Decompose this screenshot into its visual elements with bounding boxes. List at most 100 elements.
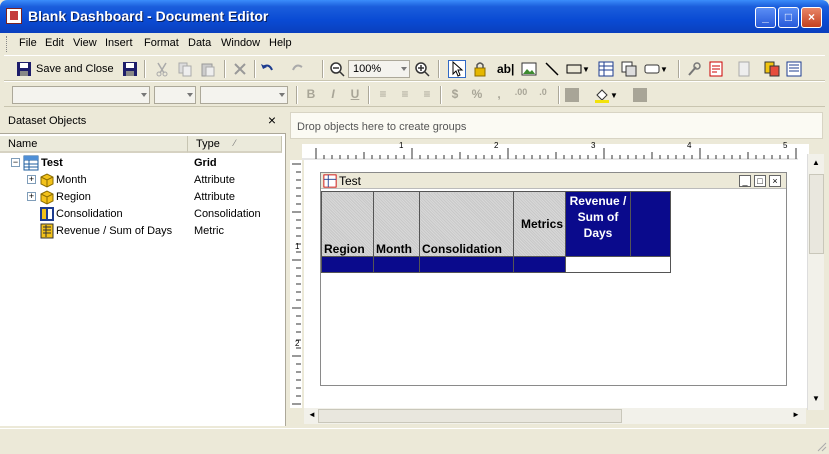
close-window-button[interactable]: × <box>801 7 822 28</box>
grid-header-metrics[interactable]: Metrics <box>513 191 566 257</box>
percent-button[interactable]: % <box>468 87 486 103</box>
zoom-select[interactable]: 100% <box>348 60 410 78</box>
maximize-button[interactable]: □ <box>778 7 799 28</box>
column-header-name[interactable]: Name <box>0 136 188 153</box>
menu-help[interactable]: Help <box>269 37 292 49</box>
grid-header-consolidation[interactable]: Consolidation <box>419 191 514 257</box>
scroll-right-icon[interactable]: ► <box>792 410 800 419</box>
scroll-up-icon[interactable]: ▲ <box>812 158 820 167</box>
menu-insert[interactable]: Insert <box>105 37 133 49</box>
save-icon <box>17 62 31 76</box>
save-and-close-label: Save and Close <box>36 63 114 75</box>
cut-button[interactable] <box>154 60 170 78</box>
style-select[interactable] <box>200 86 288 104</box>
column-header-type-label: Type <box>196 138 220 150</box>
copy-icon <box>178 62 192 77</box>
menu-format[interactable]: Format <box>144 37 179 49</box>
export-pdf-button[interactable] <box>708 60 724 78</box>
underline-button[interactable]: U <box>346 87 364 103</box>
zoom-out-button[interactable] <box>329 60 345 78</box>
tree-item-revenue-sum-of-days[interactable]: Revenue / Sum of Days Metric <box>0 223 286 240</box>
dataset-button[interactable] <box>764 60 780 78</box>
copy-button[interactable] <box>177 60 193 78</box>
close-icon[interactable]: × <box>769 175 781 187</box>
vertical-scrollbar[interactable]: ▲ ▼ <box>807 154 824 410</box>
resize-grip-icon[interactable] <box>815 440 827 452</box>
minimize-button[interactable]: _ <box>755 7 776 28</box>
align-right-button[interactable]: ≡ <box>418 87 436 103</box>
text-field-button[interactable]: ab| <box>497 60 514 78</box>
italic-button[interactable]: I <box>324 87 342 103</box>
tree-item-consolidation[interactable]: Consolidation Consolidation <box>0 206 286 223</box>
lock-button[interactable] <box>472 60 488 78</box>
redo-button[interactable] <box>290 60 306 78</box>
paste-button[interactable] <box>200 60 216 78</box>
grid-header-month[interactable]: Month <box>373 191 420 257</box>
menu-edit[interactable]: Edit <box>45 37 64 49</box>
tree-item-type: Attribute <box>194 191 235 203</box>
grid-cell-month[interactable] <box>373 256 420 273</box>
scroll-left-icon[interactable]: ◄ <box>308 410 316 419</box>
document-button[interactable] <box>736 60 752 78</box>
horizontal-scrollbar[interactable]: ◄ ► <box>304 408 806 424</box>
column-header-type[interactable]: Type ⁄ <box>188 136 282 153</box>
view-button[interactable] <box>786 60 802 78</box>
fill-color-button[interactable]: ▼ <box>594 86 618 104</box>
select-pointer-button[interactable] <box>448 60 466 78</box>
increase-decimal-button[interactable]: .00 <box>512 87 530 103</box>
font-name-select[interactable] <box>12 86 150 104</box>
grid-cell-consolidation[interactable] <box>419 256 514 273</box>
scroll-down-icon[interactable]: ▼ <box>812 394 820 403</box>
save-and-close-button[interactable]: Save and Close <box>16 60 114 78</box>
font-size-select[interactable] <box>154 86 196 104</box>
vertical-scroll-thumb[interactable] <box>809 174 824 254</box>
menu-window[interactable]: Window <box>221 37 260 49</box>
grid-header-revenue-sum-of-days[interactable]: Revenue / Sum of Days <box>565 191 631 257</box>
currency-button[interactable]: $ <box>446 87 464 103</box>
zoom-in-button[interactable] <box>414 60 430 78</box>
expand-icon[interactable]: + <box>27 175 36 184</box>
grid-header-metric-extra <box>630 191 671 257</box>
grid-header-region[interactable]: Region <box>321 191 374 257</box>
grid-header-row: Region Month Consolidation Metrics Reven… <box>321 191 671 257</box>
expand-icon[interactable]: + <box>27 192 36 201</box>
close-icon[interactable]: × <box>268 112 276 128</box>
tree-item-month[interactable]: + Month Attribute <box>0 172 286 189</box>
menu-data[interactable]: Data <box>188 37 211 49</box>
title-bar: Blank Dashboard - Document Editor _ □ × <box>0 0 829 33</box>
delete-button[interactable] <box>232 60 248 78</box>
panel-stack-button[interactable] <box>621 60 637 78</box>
align-left-button[interactable]: ≡ <box>374 87 392 103</box>
save-button[interactable] <box>122 60 138 78</box>
menu-file[interactable]: File <box>19 37 37 49</box>
border-button[interactable] <box>564 86 580 104</box>
paste-icon <box>201 63 215 77</box>
menu-view[interactable]: View <box>73 37 97 49</box>
group-drop-zone[interactable]: Drop objects here to create groups <box>290 112 823 139</box>
grid-widget-titlebar[interactable]: Test _ □ × <box>321 173 786 189</box>
grid-cell-metrics[interactable] <box>513 256 566 273</box>
comma-button[interactable]: , <box>490 87 508 103</box>
properties-button[interactable] <box>686 60 702 78</box>
horizontal-scroll-thumb[interactable] <box>318 409 622 423</box>
undo-button[interactable] <box>259 60 275 78</box>
bold-button[interactable]: B <box>302 87 320 103</box>
selector-button[interactable]: ▼ <box>644 60 668 78</box>
decrease-decimal-button[interactable]: .0 <box>534 87 552 103</box>
line-color-button[interactable] <box>632 86 648 104</box>
line-button[interactable] <box>544 60 560 78</box>
rectangle-button[interactable]: ▼ <box>566 60 590 78</box>
grid-widget-test[interactable]: Test _ □ × Region Month Consolidation Me… <box>320 172 787 386</box>
chevron-down-icon: ▼ <box>610 90 618 100</box>
image-button[interactable] <box>521 60 537 78</box>
tree-item-region[interactable]: + Region Attribute <box>0 189 286 206</box>
grid-cell-value[interactable] <box>565 256 671 273</box>
ruler-label-5: 5 <box>783 141 788 150</box>
tree-item-test[interactable]: − Test Grid <box>0 155 286 172</box>
grid-button[interactable] <box>598 60 614 78</box>
align-center-button[interactable]: ≡ <box>396 87 414 103</box>
collapse-icon[interactable]: − <box>11 158 20 167</box>
maximize-icon[interactable]: □ <box>754 175 766 187</box>
grid-cell-region[interactable] <box>321 256 374 273</box>
minimize-icon[interactable]: _ <box>739 175 751 187</box>
